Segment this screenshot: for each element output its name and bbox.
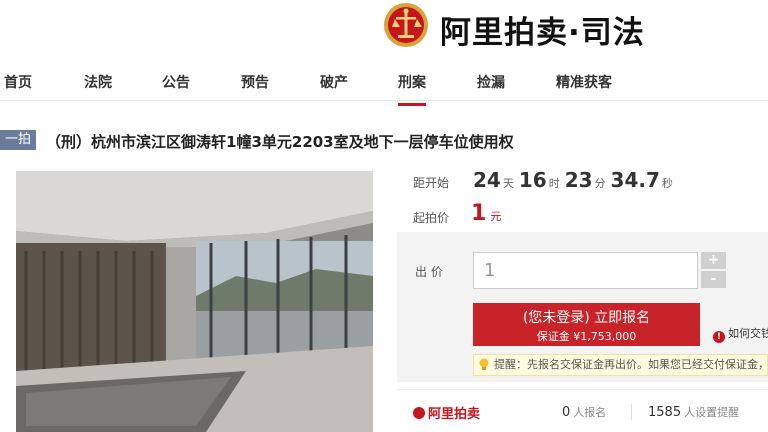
bid-label: 出 价 (415, 265, 443, 279)
auction-info-panel: 距开始 24 天 16 时 23 分 34.7 秒 起拍价 1元 出 价 1 + - (您未登… (397, 164, 768, 432)
reminder-count-value: 1585 (648, 405, 682, 420)
how-to-pay-link[interactable]: ! 如何交钱 (713, 325, 768, 343)
countdown-days-unit: 天 (502, 177, 514, 190)
start-price-unit: 元 (490, 210, 502, 223)
countdown-minutes-unit: 分 (594, 177, 606, 190)
nav-item-leads[interactable]: 精准获客 (556, 72, 612, 92)
nav-divider (0, 100, 768, 101)
auction-stats-bar: 阿里拍卖 0 人报名 1585 人设置提醒 (397, 389, 768, 432)
countdown-minutes: 23 (564, 168, 593, 192)
reminder-count-label: 人设置提醒 (684, 406, 740, 419)
nav-item-announcements[interactable]: 公告 (162, 72, 190, 92)
signup-count-label: 人报名 (573, 406, 607, 419)
alipaimai-logo-icon (413, 407, 425, 419)
apartment-interior-photo (16, 171, 373, 432)
nav-item-home[interactable]: 首页 (4, 72, 32, 92)
countdown-days: 24 (473, 168, 501, 192)
signup-count-value: 0 (562, 405, 571, 420)
bid-amount-input[interactable]: 1 (473, 252, 698, 289)
how-to-pay-label: 如何交钱 (728, 327, 768, 340)
countdown-seconds-unit: 秒 (661, 177, 673, 190)
court-emblem-icon (384, 3, 428, 47)
countdown-hours-unit: 时 (548, 177, 560, 190)
signup-count: 0 人报名 (562, 404, 606, 420)
deposit-amount: 保证金 ¥1,753,000 (536, 330, 637, 343)
bid-area: 出 价 1 + - (您未登录) 立即报名 保证金 ¥1,753,000 ! 如何… (397, 232, 768, 382)
reminder-notice: 提醒：先报名交保证金再出价。如果您已经交付保证金， (473, 354, 768, 376)
lot-title: （刑）杭州市滨江区御涛轩1幢3单元2203室及地下一层停车位使用权 (46, 133, 514, 151)
countdown-timer: 24 天 16 时 23 分 34.7 秒 (473, 168, 678, 192)
nav-item-bankruptcy[interactable]: 破产 (320, 72, 348, 92)
nav-item-bargains[interactable]: 捡漏 (477, 72, 505, 92)
brand-title[interactable]: 阿里拍卖·司法 (440, 7, 645, 52)
start-price-value: 1 (471, 201, 487, 226)
start-price: 1元 (471, 201, 501, 226)
header: 阿里拍卖·司法 (0, 0, 768, 54)
nav-item-criminal[interactable]: 刑案 (398, 72, 426, 106)
lightbulb-icon (479, 358, 489, 370)
signup-button[interactable]: (您未登录) 立即报名 保证金 ¥1,753,000 (473, 303, 700, 346)
bid-increase-button[interactable]: + (701, 252, 726, 269)
main-nav: 首页 法院 公告 预告 破产 刑案 捡漏 精准获客 (0, 62, 768, 106)
lot-photo[interactable] (16, 171, 373, 432)
bid-decrease-button[interactable]: - (701, 271, 726, 288)
alipaimai-logo-text: 阿里拍卖 (428, 407, 481, 422)
countdown-seconds: 34.7 (610, 168, 660, 192)
alipaimai-logo[interactable]: 阿里拍卖 (413, 403, 480, 422)
nav-item-previews[interactable]: 预告 (241, 72, 269, 92)
nav-item-courts[interactable]: 法院 (84, 72, 112, 92)
reminder-text: 提醒：先报名交保证金再出价。如果您已经交付保证金， (494, 358, 768, 371)
countdown-hours: 16 (518, 168, 547, 192)
reminder-count: 1585 人设置提醒 (648, 404, 739, 420)
countdown-label: 距开始 (413, 176, 450, 190)
info-icon: ! (713, 331, 725, 343)
auction-round-tag: 一拍 (0, 130, 37, 150)
stats-divider (631, 404, 632, 420)
signup-button-label: (您未登录) 立即报名 (522, 310, 651, 326)
lot-title-row: 一拍 （刑）杭州市滨江区御涛轩1幢3单元2203室及地下一层停车位使用权 (0, 128, 768, 154)
start-price-label: 起拍价 (413, 211, 450, 225)
